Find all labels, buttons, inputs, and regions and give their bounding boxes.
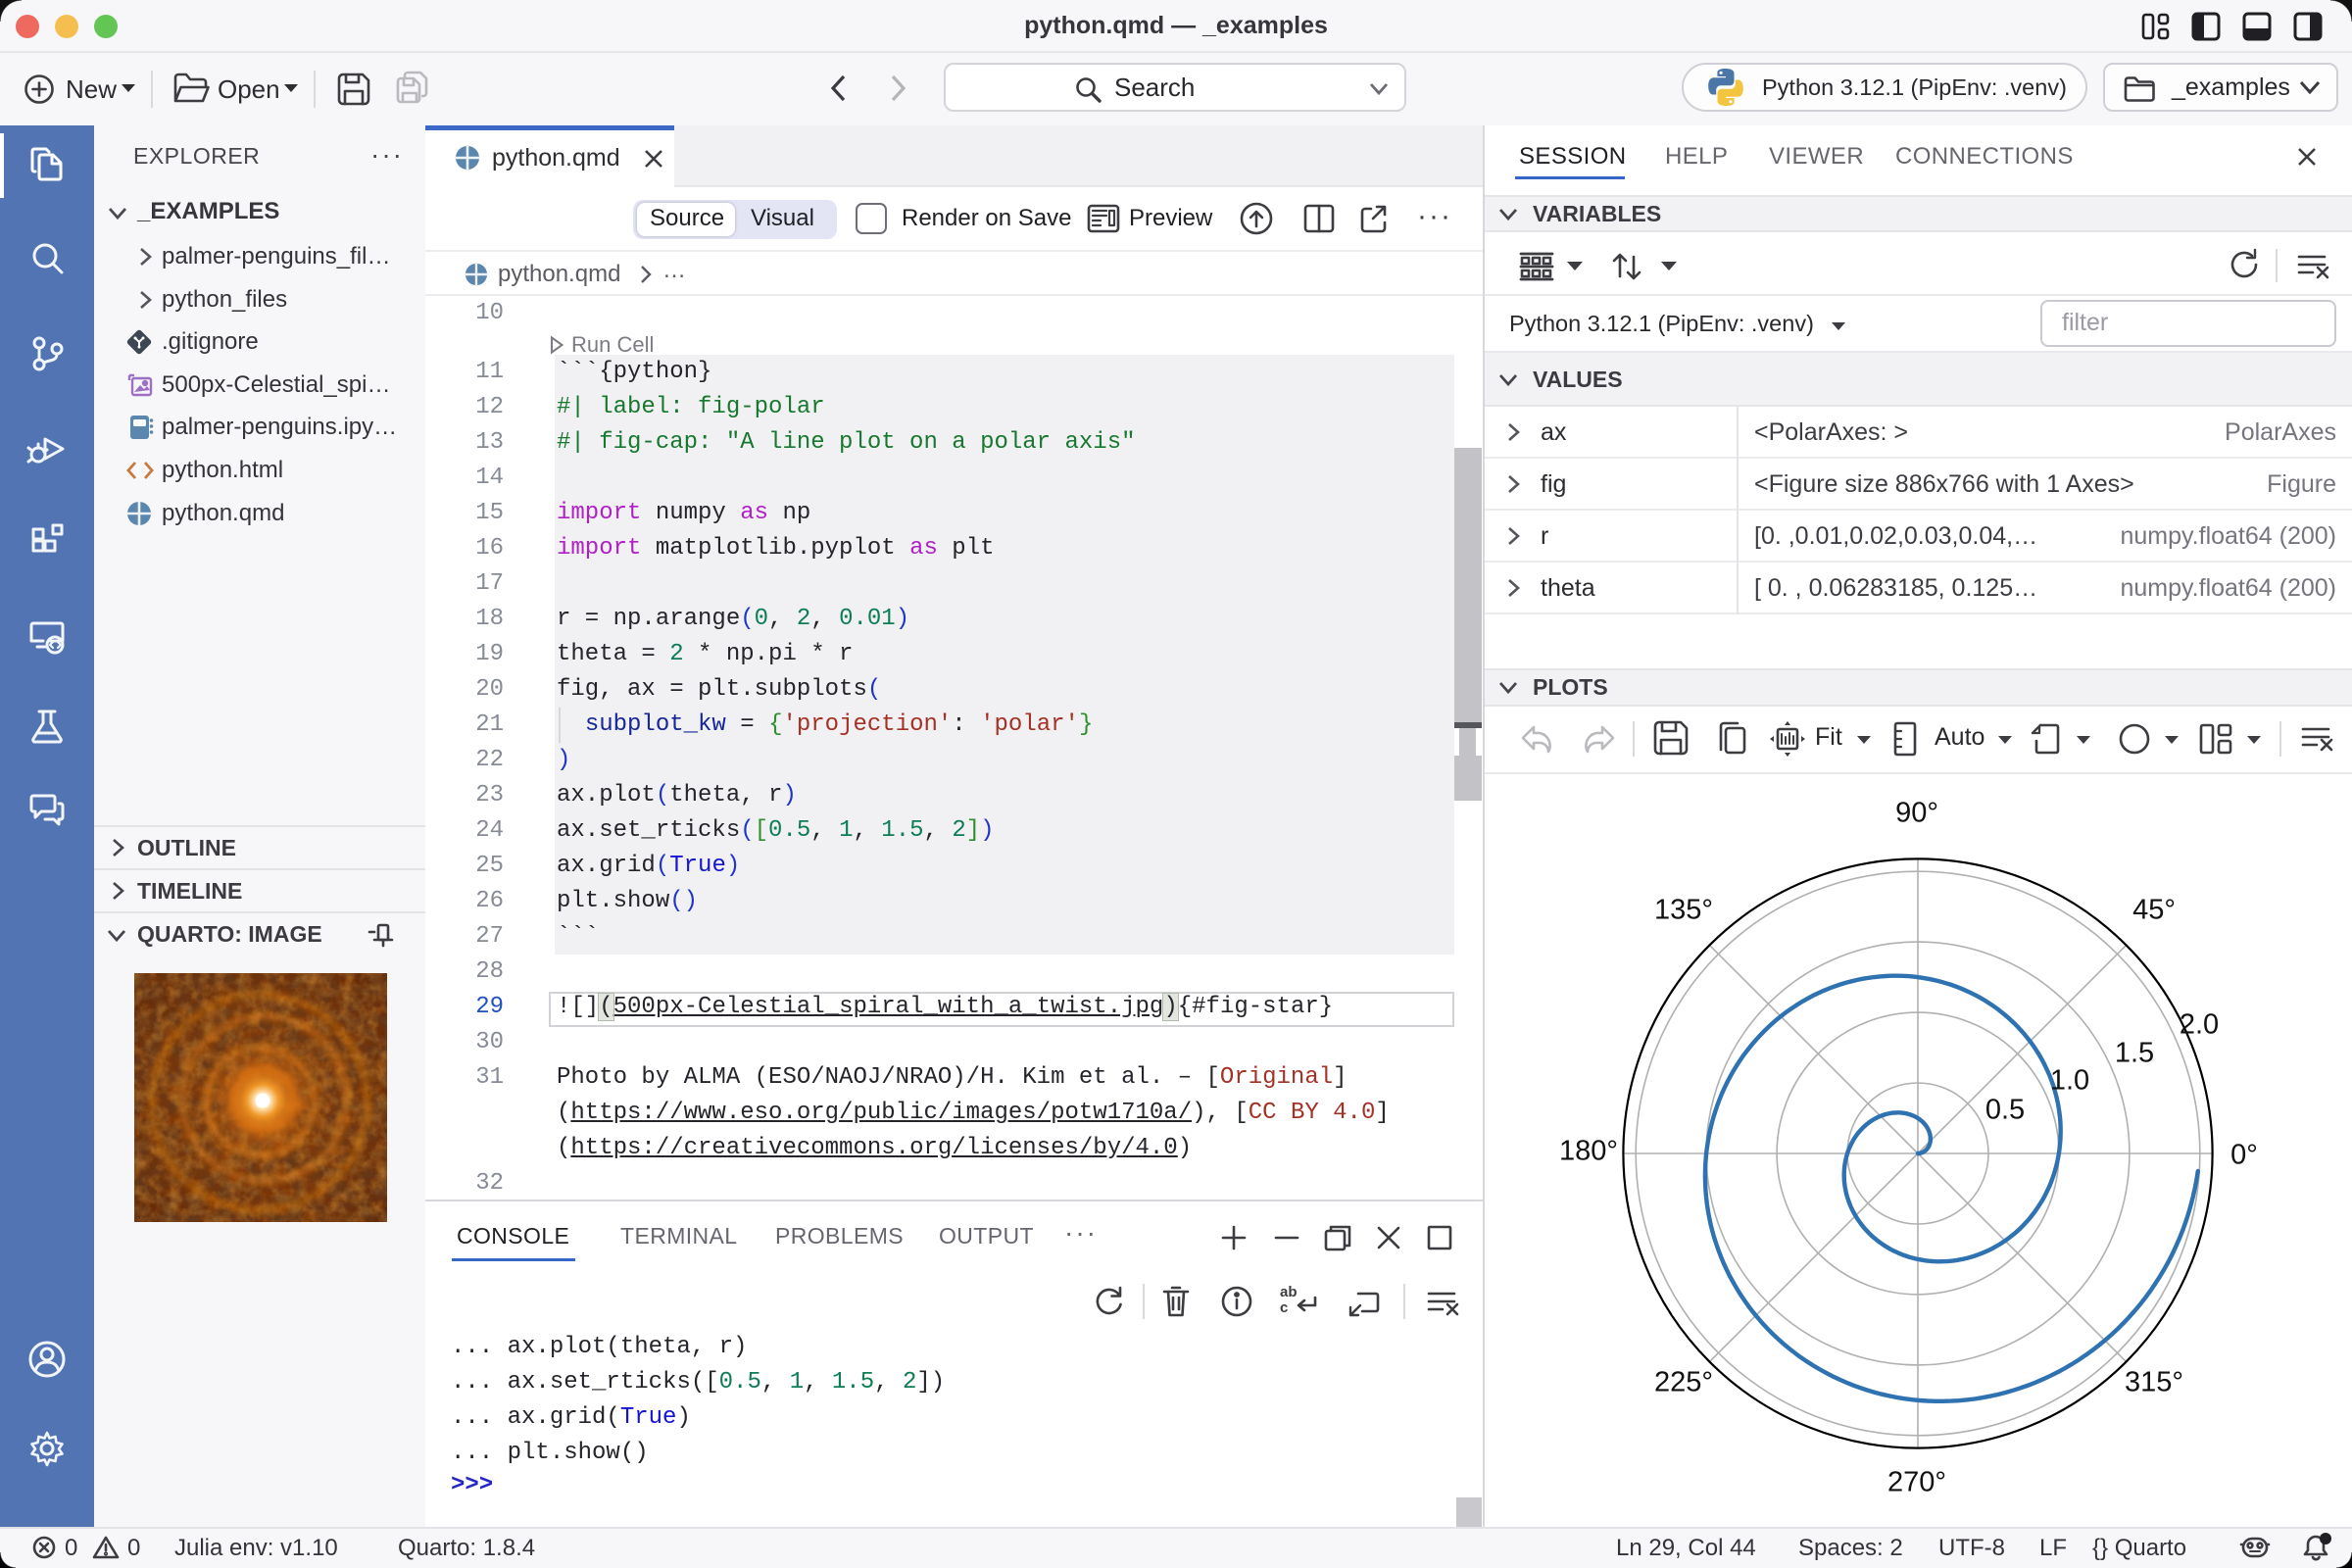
- svg-text:180°: 180°: [1559, 1136, 1618, 1167]
- svg-text:1.0: 1.0: [2050, 1065, 2089, 1097]
- svg-text:2.0: 2.0: [2180, 1009, 2219, 1041]
- svg-text:45°: 45°: [2132, 895, 2176, 926]
- svg-text:0°: 0°: [2230, 1140, 2258, 1171]
- svg-text:1.5: 1.5: [2115, 1038, 2154, 1069]
- svg-text:270°: 270°: [1887, 1467, 1946, 1498]
- svg-text:135°: 135°: [1654, 895, 1713, 926]
- svg-text:90°: 90°: [1895, 798, 1938, 829]
- svg-text:225°: 225°: [1654, 1367, 1713, 1398]
- svg-text:315°: 315°: [2125, 1367, 2183, 1398]
- svg-text:0.5: 0.5: [1985, 1095, 2025, 1126]
